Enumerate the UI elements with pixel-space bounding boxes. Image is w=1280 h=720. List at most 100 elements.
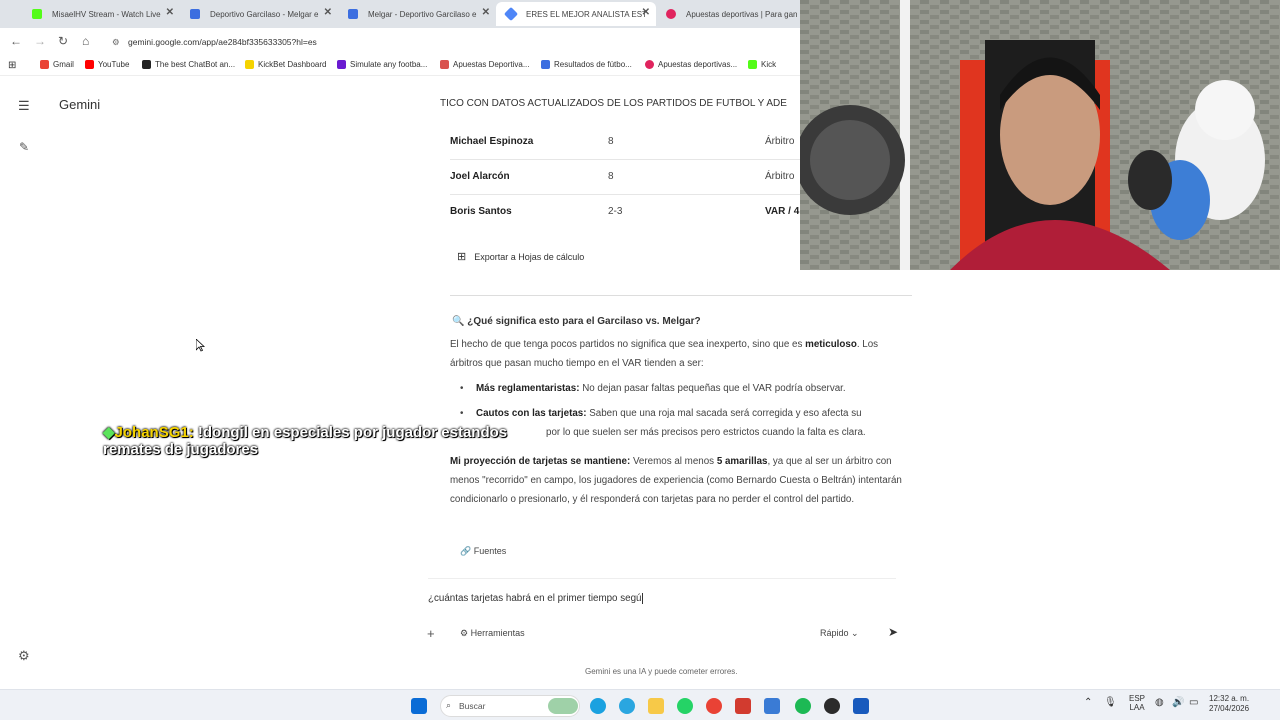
back-icon[interactable]: ← xyxy=(10,34,22,48)
search-icon: ⌕ xyxy=(446,700,452,710)
table-row: Boris Santos 2-3 VAR / 4 xyxy=(450,195,800,230)
export-sheets-button[interactable]: ⊞ Exportar a Hojas de cálculo xyxy=(457,250,584,263)
tab-gemini-active[interactable]: ERES EL MEJOR ANALISTA EST ✕ xyxy=(496,2,656,26)
home-icon[interactable]: ⌂ xyxy=(82,34,89,48)
chevron-down-icon: ⌄ xyxy=(851,628,859,638)
tab-deportivo-garcilaso[interactable]: Deportivo Garcilaso - Melgar e ✕ xyxy=(180,2,338,26)
betting-icon xyxy=(645,60,654,69)
new-chat-icon[interactable]: ✎ xyxy=(19,140,29,154)
bookmarks-bar: ⊞ Gmail YouTube The best ChatBot an... K… xyxy=(0,56,800,76)
export-label: Exportar a Hojas de cálculo xyxy=(474,251,585,262)
referee-matches: 8 xyxy=(608,171,614,182)
diamond-badge-icon: ◆ xyxy=(103,424,115,441)
settings-icon[interactable]: ⚙ xyxy=(18,648,30,664)
url-text: gemini.google.com/app/ae284bf335633305?h… xyxy=(128,37,317,47)
language-indicator[interactable]: ESP LAA xyxy=(1129,694,1145,712)
youtube-icon xyxy=(85,60,94,69)
forward-icon[interactable]: → xyxy=(34,34,46,48)
tools-button[interactable]: ⚙ Herramientas xyxy=(460,628,525,639)
apps-icon[interactable]: ⊞ xyxy=(8,60,16,71)
site-favicon-icon xyxy=(348,9,358,19)
close-tab-icon[interactable]: ✕ xyxy=(482,7,490,18)
prompt-container xyxy=(428,578,896,654)
referee-matches: 2-3 xyxy=(608,206,623,217)
tab-label: ERES EL MEJOR ANALISTA EST xyxy=(526,9,647,19)
referee-matches: 8 xyxy=(608,136,614,147)
add-attachment-icon[interactable]: + xyxy=(427,626,435,641)
divider xyxy=(450,295,912,296)
tab-label: MisaelHV Stream - Watch Live xyxy=(52,9,161,19)
paragraph-2: Mi proyección de tarjetas se mantiene: V… xyxy=(450,456,902,505)
windows-start-icon[interactable] xyxy=(411,698,427,714)
tab-label: Deportivo Garcilaso - Melgar e xyxy=(210,9,319,19)
referee-name: Boris Santos xyxy=(450,206,512,217)
sheets-icon: ⊞ xyxy=(457,251,467,263)
network-icon[interactable]: ◍ xyxy=(1155,697,1164,708)
bookmark-apuestas-1[interactable]: Apuestas Deportiva... xyxy=(440,60,529,69)
bookmark-kick[interactable]: Kick xyxy=(748,60,776,69)
section-heading: 🔍 ¿Qué significa esto para el Garcilaso … xyxy=(452,316,701,327)
results-icon xyxy=(541,60,550,69)
windows-taskbar: ⌕ Buscar ⌃ 🎙 ESP LAA ◍ 🔊 ▭ 12:32 a. m. 27/… xyxy=(0,689,1280,720)
send-icon[interactable]: ➤ xyxy=(888,625,898,639)
kick-icon xyxy=(748,60,757,69)
bookmark-chatbot[interactable]: The best ChatBot an... xyxy=(142,60,235,69)
tab-apuestas-deportivas[interactable]: Apuestas deportivas | Para gan xyxy=(656,2,800,26)
table-row: Michael Espinoza 8 Árbitro xyxy=(450,125,800,160)
widgets-icon[interactable] xyxy=(548,698,578,714)
chrome-icon[interactable] xyxy=(706,698,722,714)
kickbet-icon xyxy=(245,60,254,69)
tab-misaelhv-stream[interactable]: MisaelHV Stream - Watch Live ✕ xyxy=(22,2,180,26)
browser-tab-strip: MisaelHV Stream - Watch Live ✕ Deportivo … xyxy=(0,0,800,28)
url-field[interactable]: ⚙ gemini.google.com/app/ae284bf335633305… xyxy=(108,33,798,51)
bookmark-apuestas-2[interactable]: Apuestas deportivas... xyxy=(645,60,737,69)
edge-icon[interactable] xyxy=(590,698,606,714)
referee-name: Joel Alarcón xyxy=(450,171,510,182)
word-icon[interactable] xyxy=(853,698,869,714)
typing-app-icon[interactable] xyxy=(735,698,751,714)
conversation-title: TICO CON DATOS ACTUALIZADOS DE LOS PARTI… xyxy=(440,98,787,109)
referee-name: Michael Espinoza xyxy=(450,136,534,147)
openai-icon xyxy=(142,60,151,69)
battery-icon[interactable]: ▭ xyxy=(1189,697,1198,708)
prompt-input[interactable]: ¿cuántas tarjetas habrá en el primer tie… xyxy=(428,593,644,604)
referee-role: VAR / 4 xyxy=(765,206,800,217)
telegram-icon[interactable] xyxy=(619,698,635,714)
obs-icon[interactable] xyxy=(824,698,840,714)
spotify-icon[interactable] xyxy=(795,698,811,714)
betting-icon xyxy=(440,60,449,69)
link-icon: 🔗 xyxy=(460,546,472,556)
webcam-feed xyxy=(800,0,1280,270)
site-favicon-icon xyxy=(190,9,200,19)
volume-icon[interactable]: 🔊 xyxy=(1172,697,1184,708)
clock[interactable]: 12:32 a. m. 27/04/2026 xyxy=(1209,694,1249,714)
bookmark-youtube[interactable]: YouTube xyxy=(85,60,129,69)
whatsapp-icon[interactable] xyxy=(677,698,693,714)
bookmark-resultados[interactable]: Resultados de fútbo... xyxy=(541,60,632,69)
calculator-icon[interactable] xyxy=(764,698,780,714)
sources-button[interactable]: 🔗 Fuentes xyxy=(460,546,506,557)
close-tab-icon[interactable]: ✕ xyxy=(642,7,650,18)
gmail-icon xyxy=(40,60,49,69)
site-info-icon[interactable]: ⚙ xyxy=(112,33,120,51)
tab-label: Apuestas deportivas | Para gan xyxy=(686,9,798,19)
microphone-icon[interactable]: 🎙 xyxy=(1104,697,1117,708)
webcam-overlay xyxy=(800,0,1280,270)
chevron-up-icon[interactable]: ⌃ xyxy=(1084,697,1092,708)
kick-favicon-icon xyxy=(32,9,42,19)
paragraph-1: El hecho de que tenga pocos partidos no … xyxy=(450,339,879,369)
bookmark-simulate[interactable]: Simulate any footba... xyxy=(337,60,427,69)
model-mode-selector[interactable]: Rápido ⌄ xyxy=(820,628,859,639)
gemini-favicon-icon xyxy=(503,6,519,22)
file-explorer-icon[interactable] xyxy=(648,698,664,714)
close-tab-icon[interactable]: ✕ xyxy=(324,7,332,18)
menu-icon[interactable]: ☰ xyxy=(18,98,30,114)
gemini-brand: Gemini xyxy=(59,97,101,112)
close-tab-icon[interactable]: ✕ xyxy=(166,7,174,18)
bookmark-kickbet[interactable]: KickBet Dashboard xyxy=(245,60,326,69)
reload-icon[interactable]: ↻ xyxy=(58,34,68,48)
bookmark-gmail[interactable]: Gmail xyxy=(40,60,74,69)
site-favicon-icon xyxy=(666,9,676,19)
simulator-icon xyxy=(337,60,346,69)
tab-melgar-deportivo[interactable]: Melgar - Deportivo Garcilaso e ✕ xyxy=(338,2,496,26)
